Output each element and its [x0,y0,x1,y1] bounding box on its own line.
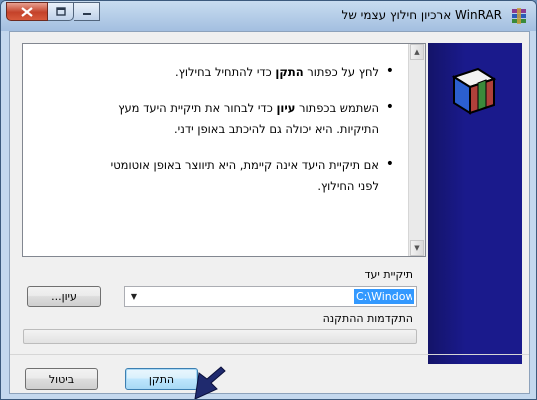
winrar-icon [512,8,526,24]
instruction-line: השתמש בכפתור עיון כדי לבחור את תיקיית הי… [59,98,379,119]
instruction-text: לחץ על כפתור [303,65,379,79]
close-icon [21,6,33,17]
chevron-down-icon: ▼ [414,244,420,252]
side-banner [428,43,522,364]
scroll-down-button[interactable]: ▼ [410,240,424,256]
chevron-up-icon: ▲ [414,48,420,56]
bullet-icon: • [385,63,394,79]
minimize-button[interactable] [74,2,100,21]
chevron-down-icon[interactable]: ▼ [127,287,141,306]
instructions-list: • לחץ על כפתור התקן כדי להתחיל בחילוץ. • הש… [59,62,394,212]
dialog-body: • לחץ על כפתור התקן כדי להתחיל בחילוץ. • הש… [9,31,530,394]
instruction-line: התיקיות. היא יכולה גם להיכתב באופן ידני. [59,119,379,140]
instruction-keyword: התקן [275,65,304,79]
cancel-button[interactable]: ביטול [25,368,98,390]
instruction-line: לחץ על כפתור התקן כדי להתחיל בחילוץ. [59,62,379,83]
install-progress-bar [23,329,417,344]
instruction-keyword: עיון [276,101,296,115]
install-button[interactable]: התקן [125,368,198,390]
bullet-icon: • [385,99,394,115]
window-title: WinRAR ארכיון חילוץ עצמי של [341,8,502,22]
maximize-button[interactable] [48,2,74,21]
maximize-icon [55,7,66,16]
instruction-text: השתמש בכפתור [295,101,379,115]
progress-label: התקדמות ההתקנה [322,312,413,325]
bullet-icon: • [385,156,394,172]
instruction-text: התיקיות. היא יכולה גם להיכתב באופן ידני. [173,122,379,136]
instruction-line: אם תיקיית היעד אינה קיימת, היא תיווצר בא… [59,155,379,176]
destination-label: תיקיית יעד [364,268,414,281]
close-button[interactable] [6,2,48,21]
instruction-item: • השתמש בכפתור עיון כדי לבחור את תיקיית ה… [59,98,394,140]
instruction-item: • אם תיקיית היעד אינה קיימת, היא תיווצר ב… [59,155,394,197]
instruction-text: לפני החילוץ. [317,179,379,193]
mouse-pointer-icon [194,366,226,399]
scrollbar[interactable]: ▲ ▼ [408,44,425,256]
installer-window: WinRAR ארכיון חילוץ עצמי של • לחץ על כפתו… [0,0,537,400]
minimize-icon [82,13,91,15]
instruction-line: לפני החילוץ. [59,176,379,197]
destination-input[interactable] [354,289,414,304]
instruction-text: אם תיקיית היעד אינה קיימת, היא תיווצר בא… [110,158,379,172]
title-bar[interactable]: WinRAR ארכיון חילוץ עצמי של [1,1,536,31]
instruction-text: כדי להתחיל בחילוץ. [175,65,276,79]
browse-button[interactable]: עיון... [27,286,101,307]
scroll-up-button[interactable]: ▲ [410,44,424,60]
instruction-item: • לחץ על כפתור התקן כדי להתחיל בחילוץ. [59,62,394,83]
instructions-panel: • לחץ על כפתור התקן כדי להתחיל בחילוץ. • הש… [22,43,426,257]
destination-combobox[interactable]: ▼ [124,286,417,307]
instruction-text: כדי לבחור את תיקיית היעד מעץ [118,101,277,115]
divider [10,354,529,355]
archive-box-icon [451,67,497,115]
caption-buttons [6,2,100,21]
